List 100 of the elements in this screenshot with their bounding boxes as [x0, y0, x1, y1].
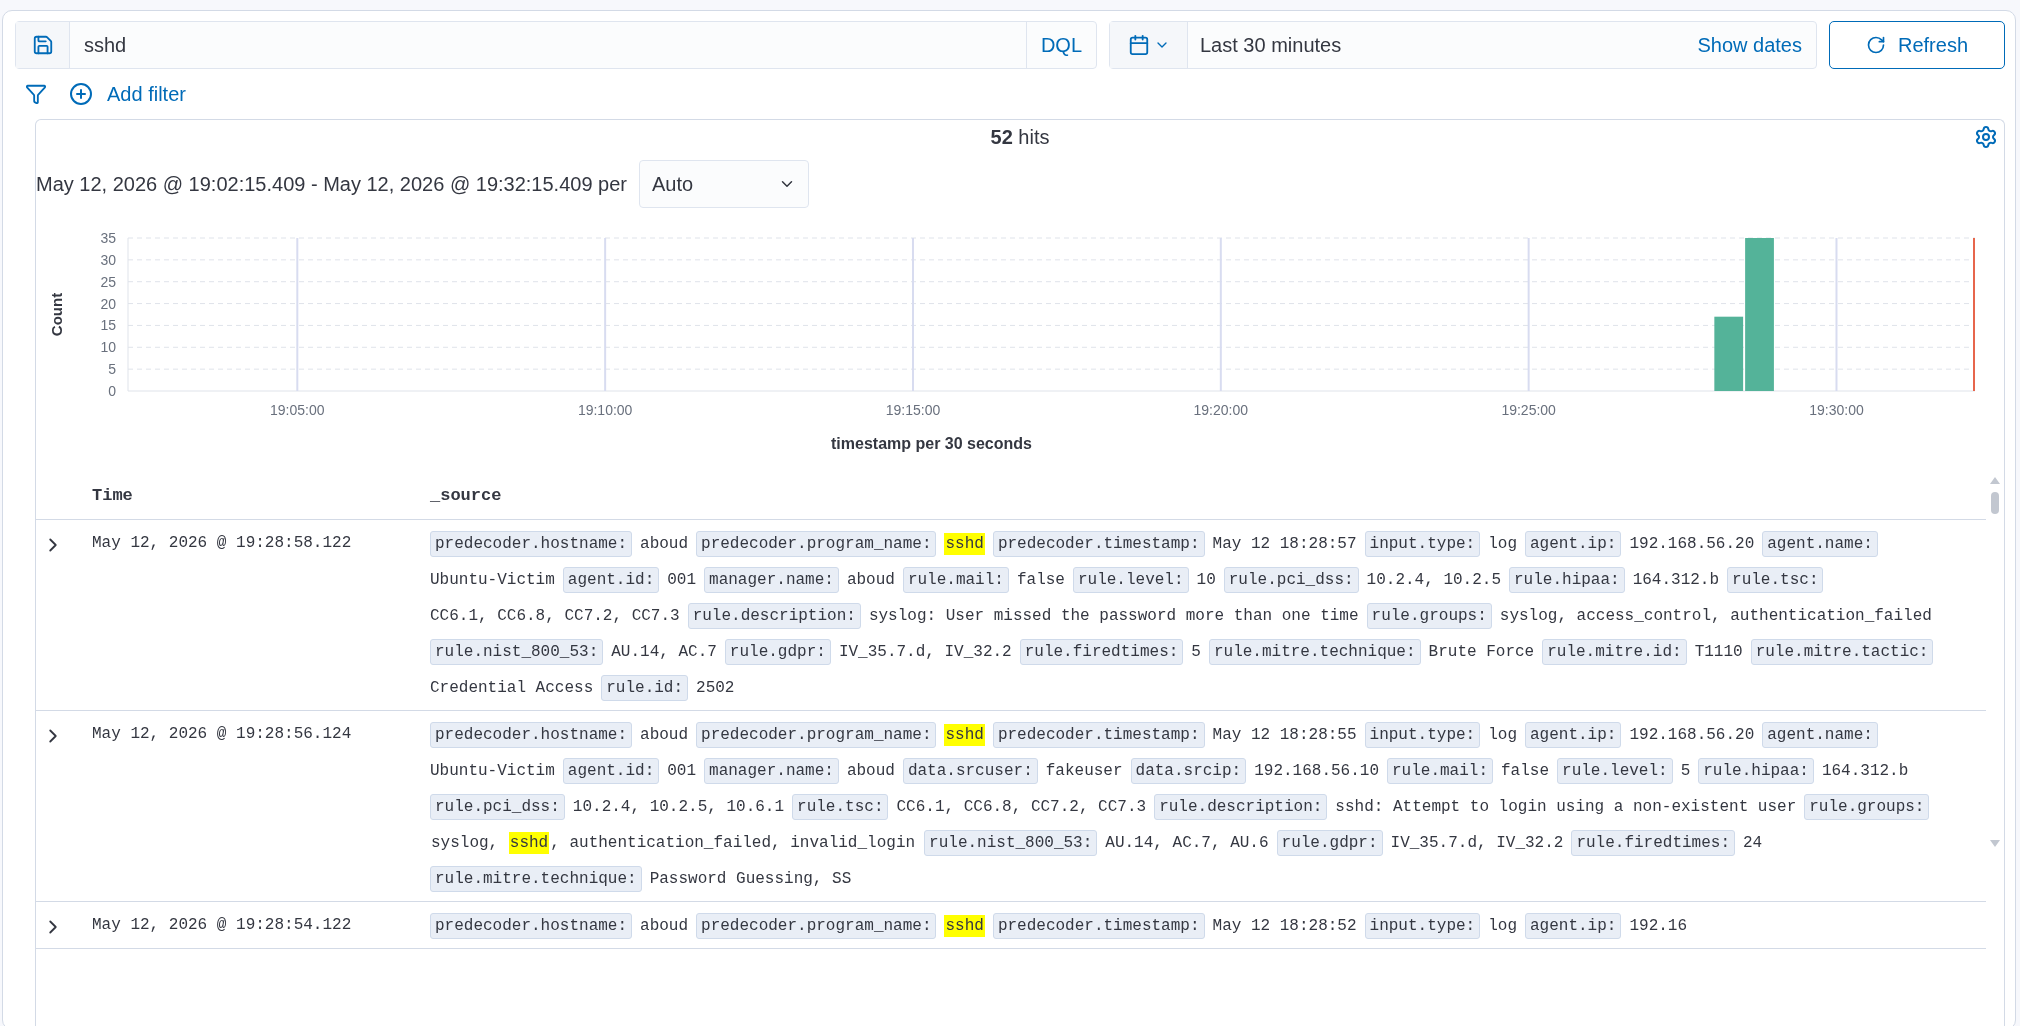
field-value: log — [1488, 725, 1517, 746]
y-tick-label: 35 — [100, 230, 116, 246]
x-tick-label: 19:30:00 — [1809, 402, 1864, 418]
y-tick-label: 10 — [100, 339, 116, 356]
field-name-tag: agent.ip: — [1525, 913, 1622, 939]
settings-icon[interactable] — [1974, 125, 1998, 149]
date-range-text[interactable]: Last 30 minutes — [1188, 22, 1684, 68]
field-name-tag: predecoder.timestamp: — [992, 531, 1205, 557]
field-name-tag: predecoder.program_name: — [696, 913, 937, 939]
field-value: 10.2.4, 10.2.5 — [1366, 570, 1501, 591]
field-value: aboud — [640, 916, 689, 937]
save-query-button[interactable] — [16, 22, 70, 68]
field-name-tag: agent.ip: — [1525, 531, 1622, 557]
field-value: IV_35.7.d, IV_32.2 — [1390, 833, 1564, 854]
field-name-tag: rule.hipaa: — [1698, 758, 1814, 784]
refresh-button[interactable]: Refresh — [1829, 21, 2005, 69]
field-value: fakeuser — [1045, 761, 1123, 782]
field-name-tag: agent.name: — [1762, 722, 1878, 748]
field-value: aboud — [640, 725, 689, 746]
calendar-icon — [1127, 34, 1150, 56]
field-value: aboud — [846, 570, 895, 591]
field-value: syslog: User missed the password more than one time — [868, 606, 1359, 627]
x-tick-label: 19:25:00 — [1501, 402, 1556, 418]
search-field[interactable]: sshd — [70, 22, 1026, 68]
calendar-dropdown-button[interactable] — [1110, 22, 1188, 68]
language-toggle-button[interactable]: DQL — [1025, 22, 1096, 68]
field-value: May 12 18:28:57 — [1212, 534, 1357, 555]
field-name-tag: data.srcuser: — [902, 758, 1038, 784]
column-header[interactable]: Time — [92, 486, 430, 505]
field-value: May 12 18:28:52 — [1212, 916, 1357, 937]
field-value: 001 — [667, 570, 697, 591]
field-name-tag: agent.ip: — [1525, 722, 1622, 748]
search-highlight: sshd — [944, 724, 985, 746]
field-value: 164.312.b — [1632, 570, 1720, 591]
field-value: IV_35.7.d, IV_32.2 — [838, 642, 1012, 663]
field-name-tag: rule.nist_800_53: — [924, 830, 1098, 856]
x-tick-label: 19:20:00 — [1193, 402, 1249, 418]
field-value: Password Guessing, SS — [649, 869, 852, 890]
timestamp-cell-text: May 12, 2026 @ 19:28:58.122 — [92, 533, 353, 554]
query-bar[interactable]: sshd DQL — [15, 21, 1097, 69]
field-name-tag: rule.groups: — [1804, 794, 1930, 820]
field-value: 164.312.b — [1821, 761, 1909, 782]
search-highlight: sshd — [944, 533, 985, 555]
field-value: log — [1488, 534, 1517, 555]
field-name-tag: predecoder.hostname: — [430, 913, 633, 939]
field-name-tag: rule.firedtimes: — [1571, 830, 1735, 856]
field-name-tag: rule.gdpr: — [1276, 830, 1383, 856]
field-name-tag: rule.level: — [1557, 758, 1673, 784]
field-name-tag: manager.name: — [704, 567, 839, 593]
field-value: 24 — [1743, 833, 1763, 854]
field-value: 192.16 — [1629, 916, 1688, 937]
field-value: AU.14, AC.7 — [611, 642, 717, 663]
field-name-tag: rule.id: — [601, 675, 689, 701]
filter-icon[interactable] — [25, 83, 47, 105]
field-value: 192.168.56.10 — [1254, 761, 1379, 782]
field-value: 10.2.4, 10.2.5, 10.6.1 — [572, 797, 785, 818]
add-filter-button[interactable]: Add filter — [69, 82, 186, 106]
field-name-tag: rule.mitre.id: — [1542, 639, 1687, 665]
field-name-tag: rule.tsc: — [1727, 567, 1824, 593]
field-name-tag: agent.id: — [562, 567, 660, 593]
field-name-tag: rule.description: — [687, 603, 861, 629]
y-tick-label: 5 — [108, 361, 116, 378]
plus-circle-icon — [69, 82, 93, 106]
field-value: 192.168.56.20 — [1629, 534, 1755, 555]
field-name-tag: predecoder.hostname: — [430, 531, 633, 557]
field-value: 001 — [667, 761, 697, 782]
field-name-tag: rule.tsc: — [792, 794, 889, 820]
time-range-label: May 12, 2026 @ 19:02:15.409 - May 12, 2026 @ 19:32:15.409 per — [36, 172, 627, 196]
field-value: CC6.1, CC6.8, CC7.2, CC7.3 — [430, 606, 680, 627]
field-name-tag: predecoder.program_name: — [696, 531, 937, 557]
field-name-tag: input.type: — [1364, 531, 1481, 557]
field-name-tag: rule.mitre.technique: — [1208, 639, 1421, 665]
field-name-tag: rule.nist_800_53: — [430, 639, 604, 665]
field-value: May 12 18:28:55 — [1212, 725, 1357, 746]
field-name-tag: rule.pci_dss: — [430, 794, 565, 820]
field-name-tag: rule.mail: — [902, 567, 1009, 593]
field-value: false — [1501, 761, 1550, 782]
field-name-tag: rule.firedtimes: — [1019, 639, 1184, 665]
field-name-tag: rule.level: — [1072, 567, 1189, 593]
field-value: CC6.1, CC6.8, CC7.2, CC7.3 — [896, 797, 1147, 818]
field-name-tag: input.type: — [1364, 913, 1481, 939]
interval-select[interactable]: Auto — [639, 160, 809, 208]
field-value: syslog, access_control, authentication_failed — [1499, 606, 1932, 627]
field-name-tag: data.srcip: — [1130, 758, 1247, 784]
field-value: aboud — [846, 761, 895, 782]
field-name-tag: agent.id: — [562, 758, 660, 784]
field-name-tag: rule.mitre.technique: — [430, 866, 642, 892]
field-value: sshd: Attempt to login using a non-existent user — [1335, 797, 1797, 818]
field-value: T1110 — [1694, 642, 1743, 663]
field-name-tag: predecoder.timestamp: — [992, 913, 1205, 939]
field-name-tag: rule.groups: — [1366, 603, 1492, 629]
show-dates-link[interactable]: Show dates — [1683, 22, 1816, 68]
field-name-tag: rule.mitre.tactic: — [1750, 639, 1934, 665]
field-name-tag: rule.gdpr: — [724, 639, 831, 665]
column-header[interactable]: _source — [430, 486, 1986, 505]
field-name-tag: agent.name: — [1762, 531, 1878, 557]
field-name-tag: rule.mail: — [1387, 758, 1493, 784]
field-name-tag: input.type: — [1364, 722, 1481, 748]
field-value: log — [1488, 916, 1517, 937]
field-value: aboud — [640, 534, 689, 555]
